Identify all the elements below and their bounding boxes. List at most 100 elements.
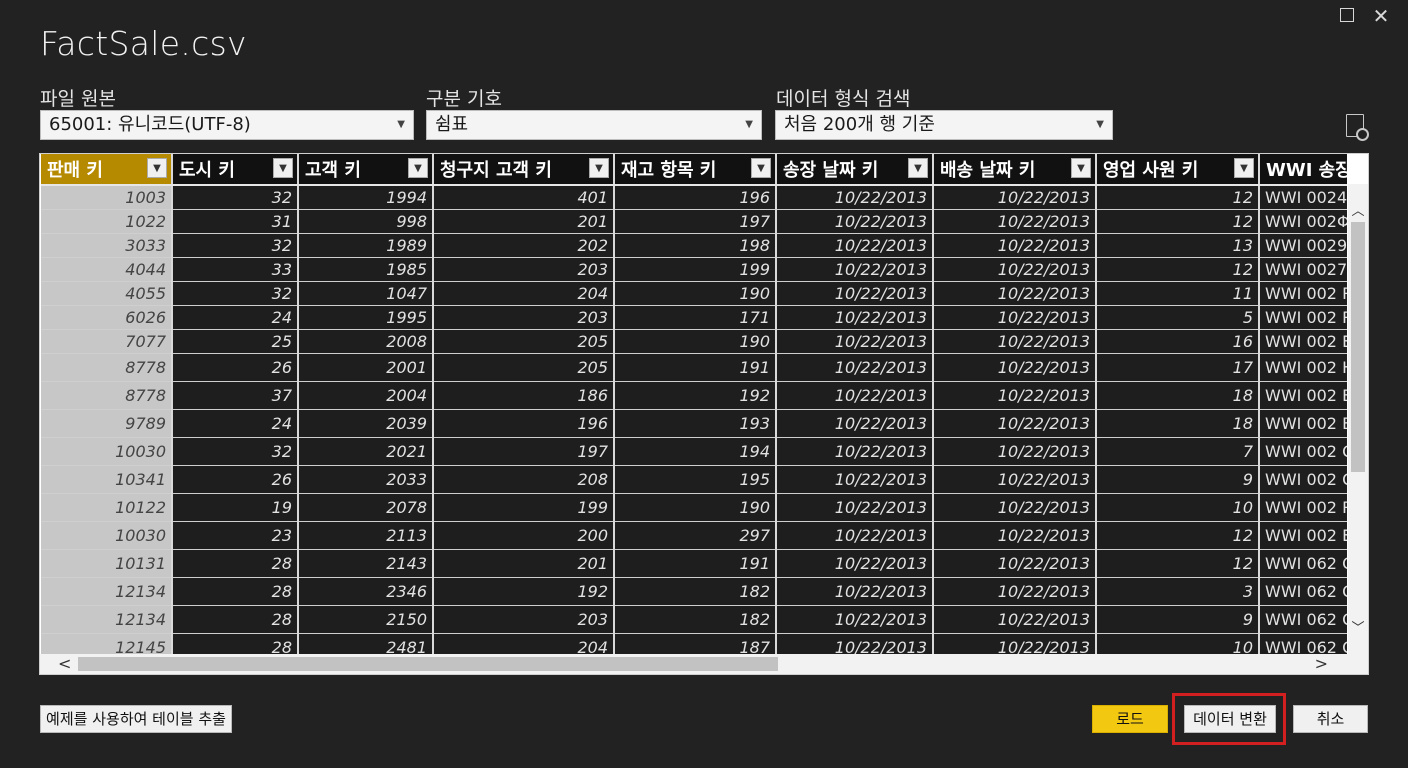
table-row: 10131 28 2143 201 191 10/22/2013 10/22/2013 12 W… <box>41 549 1347 578</box>
vertical-scroll-thumb[interactable] <box>1351 222 1365 472</box>
maximize-button[interactable] <box>1340 8 1354 22</box>
table-cell: 1985 <box>298 257 434 282</box>
table-cell: 19 <box>172 493 299 522</box>
table-cell: 10/22/2013 <box>933 185 1097 210</box>
file-origin-value: 65001: 유니코드(UTF-8) <box>49 114 251 135</box>
column-header[interactable]: WWI 송장 ID <box>1259 154 1347 186</box>
column-header-label: 재고 항목 키 <box>621 160 717 181</box>
column-header-label: WWI 송장 ID <box>1266 160 1347 181</box>
table-cell: 18 <box>1096 409 1260 438</box>
table-cell: 10/22/2013 <box>776 409 934 438</box>
vertical-scrollbar[interactable]: ︿ ﹀ <box>1348 184 1368 654</box>
table-cell: 32 <box>172 281 299 306</box>
file-origin-label: 파일 원본 <box>40 88 116 110</box>
scroll-down-icon[interactable]: ﹀ <box>1351 617 1365 636</box>
preview-table: 판매 키 ▼ 도시 키 ▼ 고객 키 ▼ 청구지 고객 키 ▼ 재고 항목 키 ▼ 송장 날짜 키 ▼… <box>41 154 1347 654</box>
filter-dropdown-icon[interactable]: ▼ <box>908 158 928 178</box>
table-cell: WWI 002 BU <box>1259 409 1347 438</box>
table-cell: 9789 <box>41 409 173 438</box>
scroll-right-icon[interactable]: > <box>1315 654 1328 674</box>
filter-dropdown-icon[interactable]: ▼ <box>408 158 428 178</box>
table-cell: 187 <box>614 633 777 654</box>
table-cell: 204 <box>433 281 615 306</box>
table-cell: 2033 <box>298 465 434 494</box>
table-cell: 28 <box>172 633 299 654</box>
table-cell: 199 <box>614 257 777 282</box>
filter-dropdown-icon[interactable]: ▼ <box>589 158 609 178</box>
table-cell: 26 <box>172 465 299 494</box>
table-cell: 182 <box>614 577 777 606</box>
extract-table-button[interactable]: 예제를 사용하여 테이블 추출 <box>40 705 232 733</box>
table-row: 10341 26 2033 208 195 10/22/2013 10/22/2013 9 WW… <box>41 465 1347 494</box>
table-row: 3033 32 1989 202 198 10/22/2013 10/22/2013 13 WW… <box>41 233 1347 258</box>
data-type-detection-select[interactable]: 처음 200개 행 기준 ▼ <box>775 110 1113 140</box>
filter-dropdown-icon[interactable]: ▼ <box>1234 158 1254 178</box>
filter-dropdown-icon[interactable]: ▼ <box>1071 158 1091 178</box>
table-cell: 32 <box>172 233 299 258</box>
delimiter-select[interactable]: 쉼표 ▼ <box>426 110 762 140</box>
file-origin-select[interactable]: 65001: 유니코드(UTF-8) ▼ <box>40 110 414 140</box>
column-header-label: 고객 키 <box>305 160 361 181</box>
table-cell: 194 <box>614 437 777 466</box>
table-cell: 10/22/2013 <box>933 305 1097 330</box>
table-cell: 3033 <box>41 233 173 258</box>
delimiter-value: 쉼표 <box>435 114 469 135</box>
table-cell: 200 <box>433 521 615 550</box>
highlight-annotation <box>1172 693 1286 745</box>
table-cell: 10/22/2013 <box>776 305 934 330</box>
table-cell: 1003 <box>41 185 173 210</box>
column-header[interactable]: 판매 키 ▼ <box>41 154 173 186</box>
load-button[interactable]: 로드 <box>1092 705 1168 733</box>
column-header[interactable]: 청구지 고객 키 ▼ <box>433 154 615 186</box>
table-row: 8778 26 2001 205 191 10/22/2013 10/22/2013 17 WW… <box>41 353 1347 382</box>
cancel-button[interactable]: 취소 <box>1293 705 1368 733</box>
horizontal-scroll-thumb[interactable] <box>78 657 778 671</box>
document-settings-icon[interactable] <box>1346 114 1369 141</box>
table-cell: WWI 00277 <box>1259 257 1347 282</box>
column-header[interactable]: 고객 키 ▼ <box>298 154 434 186</box>
horizontal-scrollbar[interactable]: < > <box>40 654 1368 674</box>
table-cell: 10/22/2013 <box>933 633 1097 654</box>
table-cell: WWI 002Φ2 <box>1259 209 1347 234</box>
table-cell: 198 <box>614 233 777 258</box>
column-header[interactable]: 재고 항목 키 ▼ <box>614 154 777 186</box>
table-cell: 10/22/2013 <box>776 605 934 634</box>
table-cell: WWI 002 BA <box>1259 381 1347 410</box>
table-row: 1022 31 998 201 197 10/22/2013 10/22/2013 12 WWI… <box>41 209 1347 234</box>
table-cell: 10/22/2013 <box>776 281 934 306</box>
column-header[interactable]: 배송 날짜 키 ▼ <box>933 154 1097 186</box>
table-cell: 10/22/2013 <box>776 381 934 410</box>
table-cell: 10/22/2013 <box>933 521 1097 550</box>
table-cell: 7 <box>1096 437 1260 466</box>
table-cell: 190 <box>614 493 777 522</box>
scroll-left-icon[interactable]: < <box>58 654 71 674</box>
scroll-up-icon[interactable]: ︿ <box>1351 200 1365 219</box>
table-cell: 2481 <box>298 633 434 654</box>
table-cell: 26 <box>172 353 299 382</box>
column-header[interactable]: 도시 키 ▼ <box>172 154 299 186</box>
filter-dropdown-icon[interactable]: ▼ <box>147 158 167 178</box>
column-header[interactable]: 송장 날짜 키 ▼ <box>776 154 934 186</box>
table-cell: 297 <box>614 521 777 550</box>
table-cell: 203 <box>433 305 615 330</box>
table-cell: 196 <box>433 409 615 438</box>
table-cell: 10 <box>1096 633 1260 654</box>
table-cell: 2346 <box>298 577 434 606</box>
table-cell: 28 <box>172 605 299 634</box>
column-header-label: 판매 키 <box>47 160 103 181</box>
close-button[interactable]: ✕ <box>1370 6 1392 28</box>
column-header-label: 배송 날짜 키 <box>940 160 1036 181</box>
table-cell: 203 <box>433 257 615 282</box>
column-header[interactable]: 영업 사원 키 ▼ <box>1096 154 1260 186</box>
filter-dropdown-icon[interactable]: ▼ <box>751 158 771 178</box>
table-cell: 10/22/2013 <box>776 329 934 354</box>
column-header-label: 영업 사원 키 <box>1103 160 1199 181</box>
table-cell: 12134 <box>41 605 173 634</box>
filter-dropdown-icon[interactable]: ▼ <box>273 158 293 178</box>
table-cell: WWI 00241 <box>1259 185 1347 210</box>
table-cell: 1995 <box>298 305 434 330</box>
data-type-detection-label: 데이터 형식 검색 <box>776 88 911 110</box>
table-cell: 24 <box>172 409 299 438</box>
table-cell: 10/22/2013 <box>933 493 1097 522</box>
table-cell: 10/22/2013 <box>933 409 1097 438</box>
